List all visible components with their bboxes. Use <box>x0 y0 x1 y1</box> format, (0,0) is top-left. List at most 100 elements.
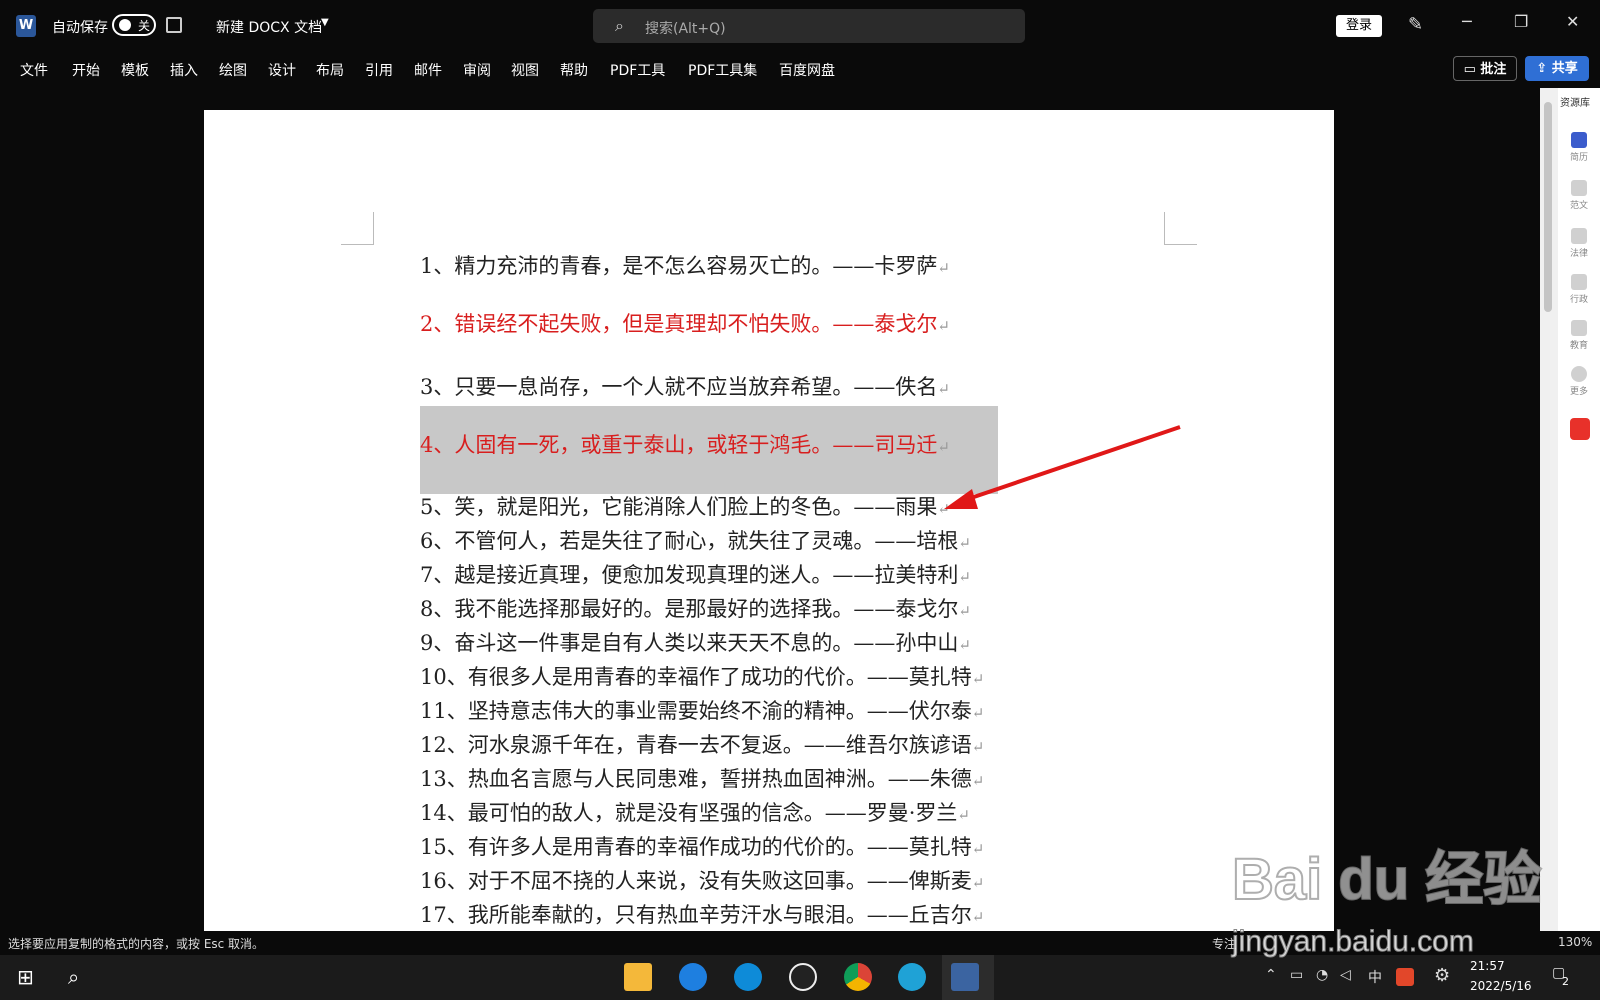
paragraph-text: 6、不管何人，若是失往了耐心，就失往了灵魂。——培根 <box>420 529 959 553</box>
restore-icon[interactable]: ❐ <box>1514 12 1528 31</box>
paragraph[interactable]: 6、不管何人，若是失往了耐心，就失往了灵魂。——培根↵ <box>420 525 971 555</box>
menu-file[interactable]: 文件 <box>20 60 48 80</box>
share-button[interactable]: ⇪ 共享 <box>1525 56 1589 81</box>
tray-time[interactable]: 21:57 <box>1470 959 1505 973</box>
tray-battery-icon[interactable]: ▭ <box>1290 967 1303 983</box>
chevron-down-icon[interactable]: ▼ <box>321 17 329 28</box>
menu-bar: 文件 开始 模板 插入 绘图 设计 布局 引用 邮件 审阅 视图 帮助 PDF工… <box>0 52 1600 88</box>
side-item-more[interactable]: 更多 <box>1562 366 1596 397</box>
paragraph-mark: ↵ <box>937 317 950 335</box>
paragraph-mark: ↵ <box>957 806 970 824</box>
tray-settings-icon[interactable]: ⚙ <box>1434 965 1450 986</box>
toggle-knob <box>119 19 131 31</box>
paragraph-text: 15、有许多人是用青春的幸福作成功的代价的。——莫扎特 <box>420 835 972 859</box>
paragraph[interactable]: 2、错误经不起失败，但是真理却不怕失败。——泰戈尔↵ <box>420 308 950 338</box>
minimize-icon[interactable]: ─ <box>1462 12 1472 31</box>
tray-volume-icon[interactable]: ◁ <box>1340 967 1351 983</box>
resume-icon <box>1571 132 1587 148</box>
search-icon: ⌕ <box>615 16 624 35</box>
login-button[interactable]: 登录 <box>1336 15 1382 37</box>
autosave-toggle[interactable]: 关 <box>112 14 156 36</box>
paragraph-mark: ↵ <box>971 908 985 926</box>
paragraph[interactable]: 9、奋斗这一件事是自有人类以来天天不息的。——孙中山↵ <box>420 627 971 657</box>
paragraph[interactable]: 10、有很多人是用青春的幸福作了成功的代价。——莫扎特↵ <box>420 661 984 691</box>
paragraph-text: 13、热血名言愿与人民同患难，誓拼热血固神洲。——朱德 <box>420 767 972 791</box>
side-item-resume[interactable]: 简历 <box>1562 132 1596 163</box>
paragraph-mark: ↵ <box>971 840 985 858</box>
more-icon <box>1571 366 1587 382</box>
paragraph-mark: ↵ <box>937 380 950 398</box>
side-item-sample[interactable]: 范文 <box>1562 180 1596 211</box>
arrow-shaft <box>961 425 1181 503</box>
close-icon[interactable]: ✕ <box>1566 12 1579 31</box>
menu-help[interactable]: 帮助 <box>560 60 588 80</box>
search-input[interactable]: ⌕ 搜索(Alt+Q) <box>593 9 1025 43</box>
menu-template[interactable]: 模板 <box>121 60 149 80</box>
search-placeholder: 搜索(Alt+Q) <box>645 21 726 37</box>
share-label: 共享 <box>1551 61 1578 76</box>
vertical-scrollbar[interactable] <box>1540 88 1558 931</box>
paragraph-mark: ↵ <box>958 534 971 552</box>
paragraph[interactable]: 11、坚持意志伟大的事业需要始终不渝的精神。——伏尔泰↵ <box>420 695 984 725</box>
red-arrow-annotation <box>944 425 1181 509</box>
menu-insert[interactable]: 插入 <box>170 60 198 80</box>
zoom-level[interactable]: 130% <box>1558 935 1592 949</box>
menu-references[interactable]: 引用 <box>365 60 393 80</box>
paragraph[interactable]: 15、有许多人是用青春的幸福作成功的代价的。——莫扎特↵ <box>420 831 984 861</box>
menu-home[interactable]: 开始 <box>72 60 100 80</box>
menu-pdf-tools[interactable]: PDF工具 <box>610 60 665 80</box>
file-explorer-icon[interactable] <box>624 963 652 991</box>
paragraph[interactable]: 1、精力充沛的青春，是不怎么容易灭亡的。——卡罗萨↵ <box>420 250 950 280</box>
chrome-icon[interactable] <box>844 963 872 991</box>
qq-icon[interactable] <box>789 963 817 991</box>
menu-design[interactable]: 设计 <box>268 60 296 80</box>
red-envelope-icon[interactable] <box>1570 418 1590 440</box>
tray-date[interactable]: 2022/5/16 <box>1470 979 1532 993</box>
status-message: 选择要应用复制的格式的内容，或按 Esc 取消。 <box>8 937 265 951</box>
browser-q-icon[interactable] <box>734 963 762 991</box>
side-item-label: 范文 <box>1569 201 1588 211</box>
margin-corner-left <box>341 212 374 245</box>
paragraph[interactable]: 3、只要一息尚存，一个人就不应当放弃希望。——佚名↵ <box>420 371 950 401</box>
active-app-highlight <box>942 955 994 1000</box>
menu-baidu-netdisk[interactable]: 百度网盘 <box>779 60 835 80</box>
paragraph-mark: ↵ <box>971 874 985 892</box>
tray-ime-label[interactable]: 中 <box>1368 967 1382 987</box>
sogou-ime-icon[interactable] <box>1396 968 1414 986</box>
paragraph[interactable]: 17、我所能奉献的，只有热血辛劳汗水与眼泪。——丘吉尔↵ <box>420 899 984 929</box>
side-item-law[interactable]: 法律 <box>1562 228 1596 259</box>
margin-corner-right <box>1164 212 1197 245</box>
paragraph[interactable]: 8、我不能选择那最好的。是那最好的选择我。——泰戈尔↵ <box>420 593 971 623</box>
tray-wifi-icon[interactable]: ◔ <box>1316 967 1328 983</box>
paragraph-mark: ↵ <box>958 602 971 620</box>
paragraph[interactable]: 16、对于不屈不挠的人来说，没有失败这回事。——俾斯麦↵ <box>420 865 984 895</box>
side-pane-header[interactable]: 资源库 <box>1560 94 1590 109</box>
menu-draw[interactable]: 绘图 <box>219 60 247 80</box>
paragraph[interactable]: 14、最可怕的敌人，就是没有坚强的信念。——罗曼·罗兰↵ <box>420 797 970 827</box>
edge-icon[interactable] <box>898 963 926 991</box>
menu-view[interactable]: 视图 <box>511 60 539 80</box>
menu-layout[interactable]: 布局 <box>316 60 344 80</box>
windows-start-icon[interactable]: ⊞ <box>17 965 34 989</box>
scroll-thumb[interactable] <box>1544 102 1552 312</box>
document-title[interactable]: 新建 DOCX 文档 <box>216 17 322 37</box>
menu-review[interactable]: 审阅 <box>463 60 491 80</box>
paragraph[interactable]: 7、越是接近真理，便愈加发现真理的迷人。——拉美特利↵ <box>420 559 971 589</box>
side-item-education[interactable]: 教育 <box>1562 320 1596 351</box>
side-item-admin[interactable]: 行政 <box>1562 274 1596 305</box>
pen-icon[interactable]: ✎ <box>1408 14 1423 35</box>
title-bar: W 自动保存 关 新建 DOCX 文档 ▼ ⌕ 搜索(Alt+Q) 登录 ✎ ─… <box>0 0 1600 52</box>
save-icon[interactable] <box>166 17 182 33</box>
tray-chevron-icon[interactable]: ⌃ <box>1265 967 1277 983</box>
browser-e-icon[interactable] <box>679 963 707 991</box>
menu-pdf-toolset[interactable]: PDF工具集 <box>688 60 757 80</box>
comment-button[interactable]: ▭ 批注 <box>1453 56 1517 81</box>
paragraph[interactable]: 5、笑，就是阳光，它能消除人们脸上的冬色。——雨果↵ <box>420 491 950 521</box>
paragraph-text: 17、我所能奉献的，只有热血辛劳汗水与眼泪。——丘吉尔 <box>420 903 972 927</box>
paragraph[interactable]: 12、河水泉源千年在，青春一去不复返。——维吾尔族谚语↵ <box>420 729 984 759</box>
menu-mailings[interactable]: 邮件 <box>414 60 442 80</box>
paragraph[interactable]: 13、热血名言愿与人民同患难，誓拼热血固神洲。——朱德↵ <box>420 763 984 793</box>
paragraph-selected[interactable]: 4、人固有一死，或重于泰山，或轻于鸿毛。——司马迁↵ <box>420 429 950 459</box>
taskbar-search-icon[interactable]: ⌕ <box>68 965 79 989</box>
side-item-label: 行政 <box>1569 295 1588 305</box>
